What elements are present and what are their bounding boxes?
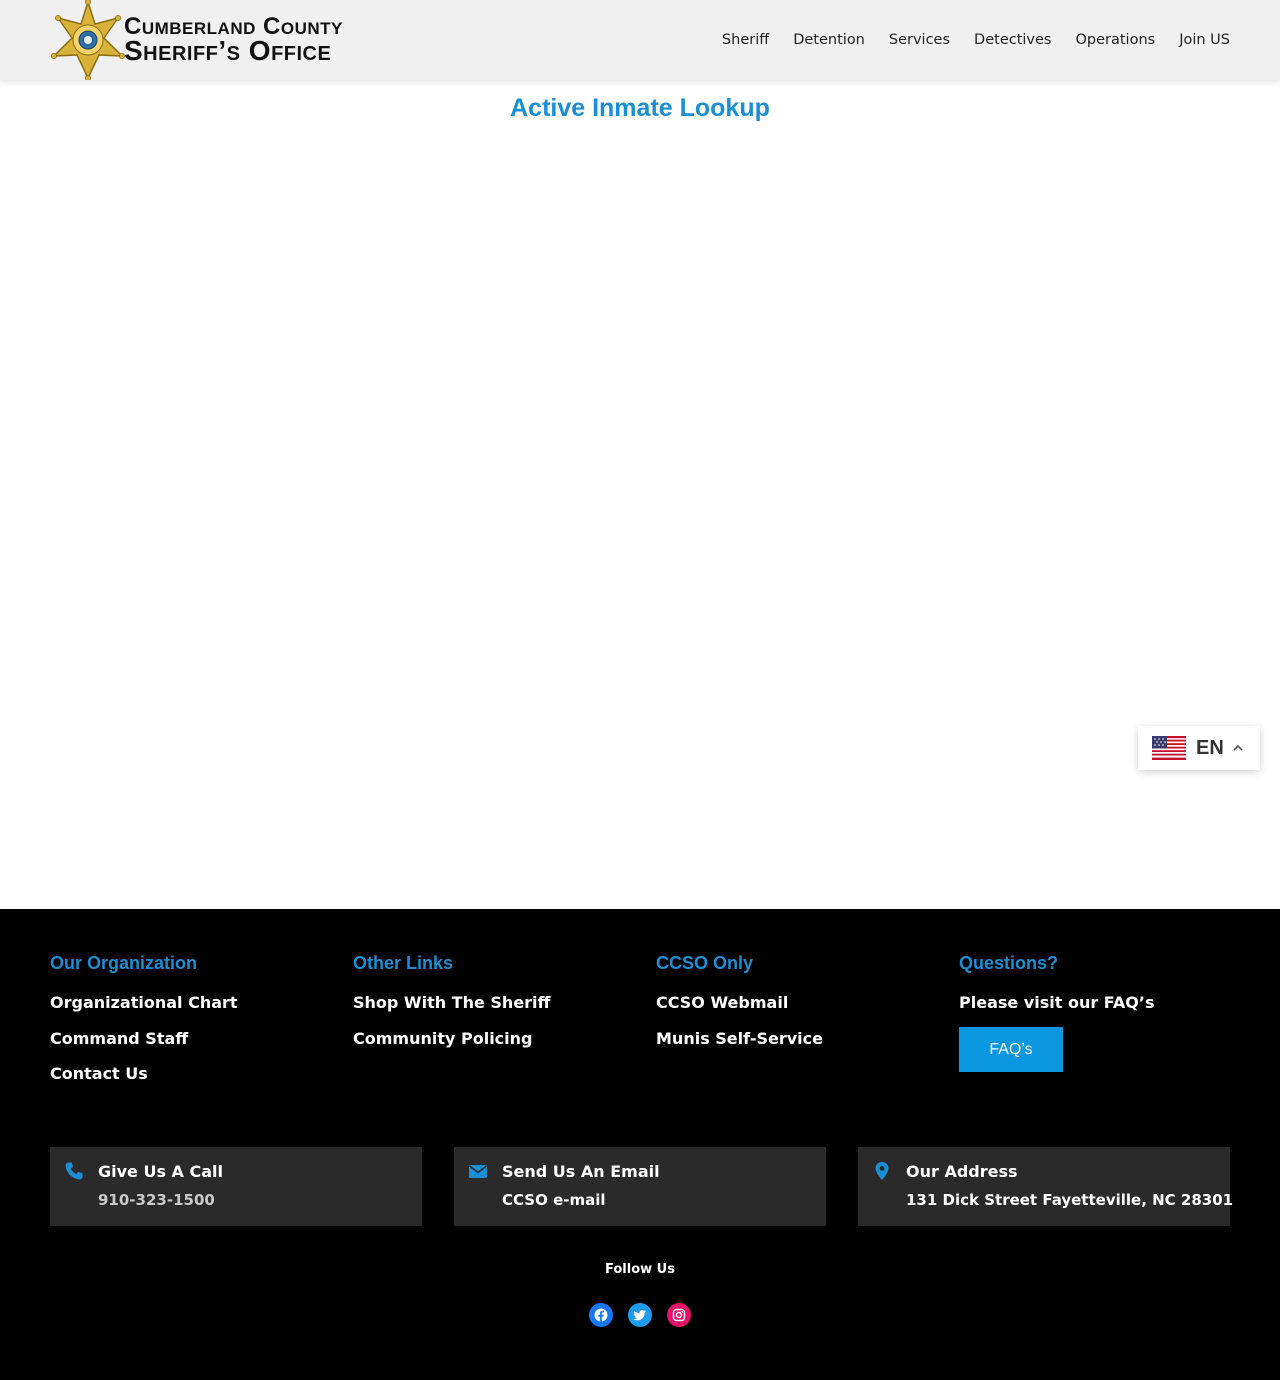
nav-item-detectives[interactable]: Detectives <box>974 32 1051 48</box>
map-pin-icon <box>875 1162 889 1180</box>
contact-title: Our Address <box>906 1162 1018 1181</box>
footer-column-questions: Questions? Please visit our FAQ’s FAQ’s <box>959 953 1154 1072</box>
footer-heading: Other Links <box>353 953 454 973</box>
email-link[interactable]: CCSO e-mail <box>502 1191 606 1209</box>
site-logo-link[interactable]: Cumberland County Sheriff’s Office <box>50 0 343 80</box>
facebook-icon <box>594 1308 608 1322</box>
envelope-icon <box>469 1165 487 1178</box>
chevron-up-icon <box>1233 744 1243 751</box>
instagram-icon <box>672 1308 686 1322</box>
footer-link-shop-with-the-sheriff[interactable]: Shop With The Sheriff <box>353 993 551 1013</box>
main-nav: Sheriff Detention Services Detectives Op… <box>698 0 1230 80</box>
nav-item-operations[interactable]: Operations <box>1075 32 1155 48</box>
us-flag-icon <box>1152 736 1186 760</box>
language-code: EN <box>1196 736 1224 759</box>
nav-item-detention[interactable]: Detention <box>793 32 865 48</box>
faq-button[interactable]: FAQ’s <box>959 1027 1063 1072</box>
footer-link-organizational-chart[interactable]: Organizational Chart <box>50 993 238 1013</box>
footer-link-community-policing[interactable]: Community Policing <box>353 1029 551 1049</box>
address-text: 131 Dick Street Fayetteville, NC 28301 <box>906 1191 1234 1209</box>
nav-item-join-us[interactable]: Join US <box>1179 32 1230 48</box>
contact-box-address: Our Address 131 Dick Street Fayetteville… <box>858 1147 1234 1226</box>
follow-us-label: Follow Us <box>605 1262 675 1277</box>
language-switcher[interactable]: EN <box>1138 726 1260 770</box>
footer-column-other-links: Other Links Shop With The Sheriff Commun… <box>353 953 551 1064</box>
logo-text: Cumberland County Sheriff’s Office <box>124 15 343 65</box>
phone-number-link[interactable]: 910-323-1500 <box>98 1191 215 1209</box>
footer-link-ccso-webmail[interactable]: CCSO Webmail <box>656 993 823 1013</box>
site-header: Cumberland County Sheriff’s Office Sheri… <box>0 0 1280 80</box>
footer-heading: CCSO Only <box>656 953 754 973</box>
instagram-link[interactable] <box>667 1303 691 1327</box>
logo-line-2: Sheriff’s Office <box>124 35 332 66</box>
nav-item-sheriff[interactable]: Sheriff <box>722 32 769 48</box>
facebook-link[interactable] <box>589 1303 613 1327</box>
footer-column-ccso-only: CCSO Only CCSO Webmail Munis Self-Servic… <box>656 953 823 1064</box>
phone-icon <box>65 1162 83 1180</box>
footer-column-organization: Our Organization Organizational Chart Co… <box>50 953 238 1100</box>
footer-link-contact-us[interactable]: Contact Us <box>50 1064 238 1084</box>
footer-heading: Questions? <box>959 953 1059 973</box>
contact-box-email: Send Us An Email CCSO e-mail <box>454 1147 826 1226</box>
footer-heading: Our Organization <box>50 953 198 973</box>
footer-link-command-staff[interactable]: Command Staff <box>50 1029 238 1049</box>
footer-link-munis-self-service[interactable]: Munis Self-Service <box>656 1029 823 1049</box>
twitter-icon <box>633 1310 646 1321</box>
faq-prompt-text: Please visit our FAQ’s <box>959 993 1155 1012</box>
contact-title: Send Us An Email <box>502 1162 660 1181</box>
twitter-link[interactable] <box>628 1303 652 1327</box>
contact-title: Give Us A Call <box>98 1162 224 1181</box>
nav-item-services[interactable]: Services <box>889 32 950 48</box>
site-footer: Our Organization Organizational Chart Co… <box>0 909 1280 1380</box>
social-links <box>0 1303 1280 1327</box>
sheriff-star-badge-icon <box>51 0 126 80</box>
contact-box-phone: Give Us A Call 910-323-1500 <box>50 1147 422 1226</box>
page-title: Active Inmate Lookup <box>510 94 770 122</box>
